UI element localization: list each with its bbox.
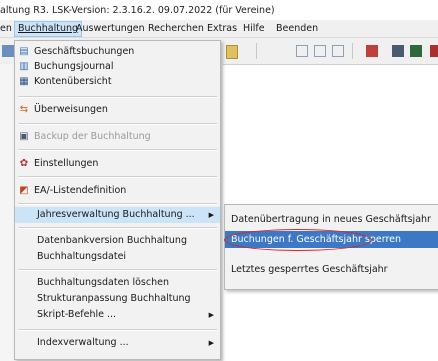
submenu-arrow-icon: ▶ [208, 339, 214, 347]
transfer-icon: ⇆ [19, 104, 29, 115]
menu-skript-befehle-label: Skript-Befehle ... [37, 309, 117, 320]
submenu-letztes-gesperrtes-label: Letztes gesperrtes Geschäftsjahr [231, 264, 388, 275]
backup-icon: ▣ [19, 131, 29, 142]
menu-geschaeftsbuchungen-label: Geschäftsbuchungen [34, 46, 135, 57]
menu-strukturanpassung[interactable]: Strukturanpassung Buchhaltung [15, 291, 220, 307]
menu-buchungsjournal[interactable]: ▥ Buchungsjournal [15, 59, 220, 75]
accounts-overview-icon: ▦ [19, 76, 29, 87]
buchhaltung-menu: ▤ Geschäftsbuchungen ▥ Buchungsjournal ▦… [14, 40, 221, 360]
menu-jahresverwaltung-label: Jahresverwaltung Buchhaltung ... [37, 209, 195, 220]
submenu-arrow-icon: ▶ [208, 211, 214, 219]
menu-jahresverwaltung[interactable]: Jahresverwaltung Buchhaltung ... ▶ [15, 207, 220, 223]
submenu-datenuebertragung[interactable]: Datenübertragung in neues Geschäftsjahr [225, 211, 438, 228]
toolbar-separator [256, 43, 257, 59]
menu-separator [18, 227, 217, 229]
menu-ea-listendefinition-label: EA/-Listendefinition [34, 185, 127, 196]
menu-item-dateien[interactable]: en [0, 22, 12, 36]
menu-einstellungen-label: Einstellungen [34, 158, 99, 169]
menu-item-beenden[interactable]: Beenden [276, 22, 318, 36]
menu-separator [18, 269, 217, 271]
menu-daten-loeschen-label: Buchhaltungsdaten löschen [37, 277, 169, 288]
menu-kontenuebersicht[interactable]: ▦ Kontenübersicht [15, 74, 220, 90]
menu-indexverwaltung[interactable]: Indexverwaltung ... ▶ [15, 335, 220, 351]
menu-backup: ▣ Backup der Buchhaltung [15, 129, 220, 145]
menu-bar: en Buchhaltung Auswertungen Recherchen E… [0, 20, 438, 38]
menu-backup-label: Backup der Buchhaltung [34, 131, 151, 142]
menu-item-hilfe[interactable]: Hilfe [243, 22, 265, 36]
bookings-icon: ▤ [19, 46, 29, 57]
menu-separator [18, 329, 217, 331]
menu-skript-befehle[interactable]: Skript-Befehle ... ▶ [15, 307, 220, 323]
folder-icon[interactable] [226, 45, 238, 59]
submenu-arrow-icon: ▶ [208, 311, 214, 319]
toolbar-separator [352, 43, 353, 59]
submenu-datenuebertragung-label: Datenübertragung in neues Geschäftsjahr [231, 214, 431, 225]
journal-icon: ▥ [19, 61, 29, 72]
window-title: altung R3. LSK-Version: 2.3.16.2. 09.07.… [0, 5, 275, 16]
menu-separator [18, 176, 217, 178]
menu-strukturanpassung-label: Strukturanpassung Buchhaltung [37, 293, 191, 304]
menu-separator [18, 123, 217, 125]
menu-ea-listendefinition[interactable]: ◩ EA/-Listendefinition [15, 183, 220, 199]
cut-icon[interactable] [366, 45, 378, 57]
menu-kontenuebersicht-label: Kontenübersicht [34, 76, 112, 87]
menu-buchhaltungsdatei[interactable]: Buchhaltungsdatei [15, 249, 220, 265]
close-icon[interactable] [430, 45, 438, 57]
grid-icon[interactable] [314, 45, 326, 57]
list-definition-icon: ◩ [19, 185, 29, 196]
settings-icon: ✿ [19, 158, 29, 169]
menu-daten-loeschen[interactable]: Buchhaltungsdaten löschen [15, 275, 220, 291]
menu-ueberweisungen-label: Überweisungen [34, 104, 108, 115]
export-icon[interactable] [410, 45, 422, 57]
menu-ueberweisungen[interactable]: ⇆ Überweisungen [15, 102, 220, 118]
menu-einstellungen[interactable]: ✿ Einstellungen [15, 156, 220, 172]
menu-datenbankversion-label: Datenbankversion Buchhaltung [37, 235, 187, 246]
menu-datenbankversion[interactable]: Datenbankversion Buchhaltung [15, 233, 220, 249]
menu-separator [18, 149, 217, 151]
menu-item-buchhaltung-label: Buchhaltung [18, 23, 79, 34]
menu-indexverwaltung-label: Indexverwaltung ... [37, 337, 129, 348]
annotation-circle [224, 229, 372, 251]
table-icon[interactable] [296, 45, 308, 57]
submenu-letztes-gesperrtes[interactable]: Letztes gesperrtes Geschäftsjahr [225, 261, 438, 278]
menu-separator [18, 96, 217, 98]
menu-buchhaltungsdatei-label: Buchhaltungsdatei [37, 251, 127, 262]
menu-item-extras[interactable]: Extras [207, 22, 237, 36]
save-icon[interactable] [2, 45, 14, 57]
title-bar: altung R3. LSK-Version: 2.3.16.2. 09.07.… [0, 0, 438, 18]
menu-buchungsjournal-label: Buchungsjournal [34, 61, 114, 72]
menu-item-auswertungen[interactable]: Auswertungen [76, 22, 145, 36]
menu-separator [18, 203, 217, 205]
print-icon[interactable] [392, 45, 404, 57]
menu-item-buchhaltung[interactable]: Buchhaltung [14, 21, 83, 37]
menu-item-recherchen[interactable]: Recherchen [148, 22, 204, 36]
layout-icon[interactable] [332, 45, 344, 57]
menu-geschaeftsbuchungen[interactable]: ▤ Geschäftsbuchungen [15, 44, 220, 60]
